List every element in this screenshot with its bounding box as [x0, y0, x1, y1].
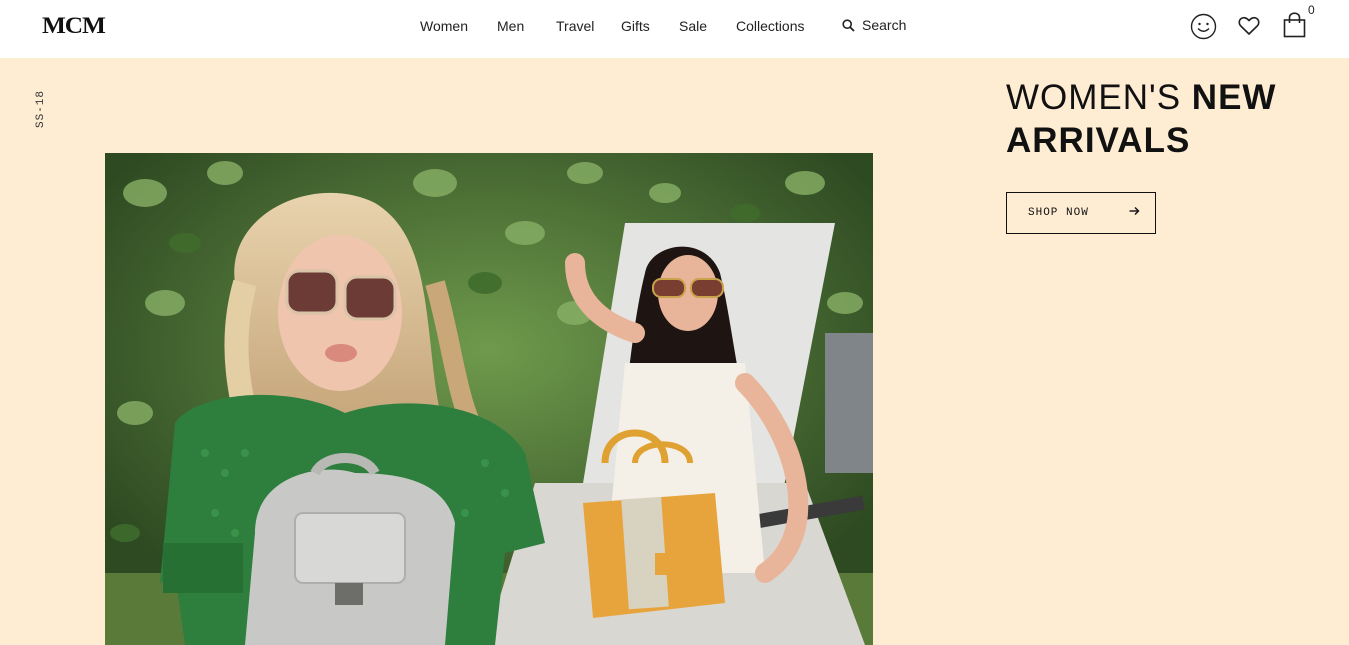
nav-item-women[interactable]: Women — [420, 18, 468, 34]
nav-item-travel[interactable]: Travel — [556, 18, 594, 34]
nav-item-gifts[interactable]: Gifts — [621, 18, 650, 34]
wishlist-button[interactable] — [1238, 16, 1260, 41]
headline-bold-text-1: NEW — [1191, 78, 1277, 117]
headline-light-text: WOMEN'S — [1006, 78, 1192, 117]
season-label: SS-18 — [35, 89, 47, 128]
headline-bold-text-2: ARRIVALS — [1006, 121, 1191, 160]
campaign-photo-illustration — [105, 153, 873, 645]
shop-now-button[interactable]: SHOP NOW — [1006, 192, 1156, 234]
shop-now-label: SHOP NOW — [1028, 207, 1089, 219]
cart-button[interactable] — [1283, 12, 1306, 43]
shopping-bag-icon — [1283, 12, 1306, 38]
cart-count-badge: 0 — [1308, 3, 1315, 17]
arrow-right-icon — [1129, 207, 1140, 215]
nav-item-collections[interactable]: Collections — [736, 18, 804, 34]
nav-item-sale[interactable]: Sale — [679, 18, 707, 34]
mcm-logo[interactable]: MCM — [42, 13, 106, 39]
hero-campaign-image[interactable] — [105, 153, 873, 645]
heart-icon — [1238, 16, 1260, 35]
account-button[interactable] — [1190, 13, 1217, 45]
hero-headline: WOMEN'S NEW ARRIVALS — [1006, 76, 1326, 162]
nav-item-men[interactable]: Men — [497, 18, 524, 34]
search-label: Search — [862, 17, 907, 33]
site-header: MCM Women Men Travel Gifts Sale Collecti… — [0, 0, 1349, 58]
search-icon — [842, 18, 855, 32]
search-button[interactable]: Search — [842, 17, 906, 33]
smiley-icon — [1190, 13, 1217, 40]
